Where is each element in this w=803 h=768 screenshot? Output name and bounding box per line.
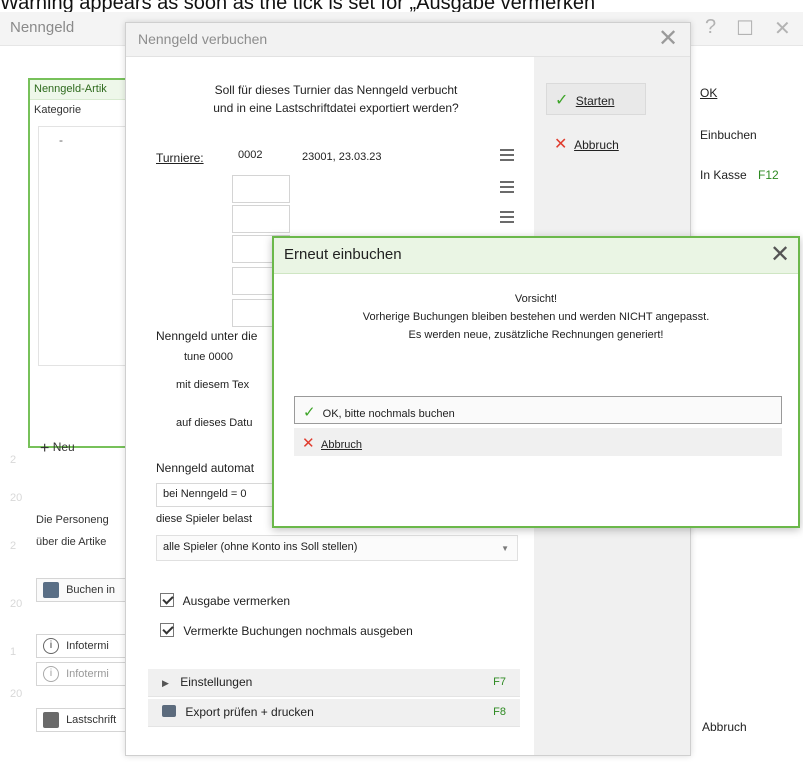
neu-label: Neu: [52, 440, 75, 454]
nenngeld-unter-label: Nenngeld unter die: [156, 329, 258, 343]
spieler-select-value: alle Spieler (ohne Konto ins Soll stelle…: [163, 541, 358, 553]
abbruch-button-background[interactable]: Abbruch: [702, 720, 747, 734]
info-icon: i: [43, 638, 59, 654]
cross-icon: ✕: [554, 136, 568, 153]
export-label: Export prüfen + drucken: [185, 705, 314, 719]
list-menu-icon[interactable]: [500, 149, 514, 161]
ok-button[interactable]: OK: [700, 86, 717, 100]
tune-value[interactable]: tune 0000: [184, 351, 233, 363]
infotermin-label-2: Infotermi: [66, 667, 109, 680]
modal-close-icon[interactable]: ✕: [770, 240, 790, 270]
modal-line-1: Vorsicht!: [514, 293, 558, 305]
starten-button[interactable]: ✓ Starten: [546, 83, 646, 115]
dialog-question: Soll für dieses Turnier das Nenngeld ver…: [166, 81, 506, 117]
buchen-in-label: Buchen in: [66, 583, 115, 596]
list-menu-icon[interactable]: [500, 211, 514, 223]
erneut-einbuchen-modal: Erneut einbuchen ✕ Vorsicht! Vorherige B…: [272, 236, 800, 528]
list-item[interactable]: -: [59, 133, 63, 147]
nochmals-ausgeben-label: Vermerkte Buchungen nochmals ausgeben: [183, 624, 413, 638]
checkmark-icon: ✓: [303, 404, 316, 421]
dialog-titlebar: Nenngeld verbuchen ✕: [126, 23, 690, 57]
ausgabe-vermerken-row[interactable]: Ausgabe vermerken: [160, 593, 290, 608]
ok-label: OK: [700, 86, 718, 100]
automatisch-label: Nenngeld automat: [156, 461, 255, 475]
starten-label: Starten: [575, 94, 615, 108]
modal-titlebar: Erneut einbuchen ✕: [274, 238, 798, 274]
question-line-2: und in eine Lastschriftdatei exportiert …: [213, 101, 459, 115]
modal-abbruch-label: Abbruch: [321, 439, 363, 451]
bank-icon: [43, 712, 59, 728]
modal-line-2: Vorherige Buchungen bleiben bestehen und…: [362, 311, 710, 323]
modal-title: Erneut einbuchen: [284, 246, 402, 263]
abbruch-button[interactable]: ✕ Abbruch: [546, 129, 646, 157]
nochmals-ausgeben-row[interactable]: Vermerkte Buchungen nochmals ausgeben: [160, 623, 413, 638]
mit-text-label: mit diesem Tex: [176, 379, 250, 391]
ausgabe-vermerken-checkbox[interactable]: [160, 593, 174, 607]
kategorie-label: Kategorie: [34, 104, 82, 116]
abbruch-label: Abbruch: [702, 720, 747, 734]
lastschrift-label: Lastschrift: [66, 713, 117, 726]
ok-nochmals-label: OK, bitte nochmals buchen: [322, 408, 455, 420]
turnier-field-1[interactable]: 0002: [232, 143, 290, 171]
faint-text: 2: [10, 454, 17, 466]
einstellungen-label: Einstellungen: [180, 675, 253, 689]
faint-text: 20: [10, 598, 23, 610]
infotermin-label-1: Infotermi: [66, 639, 109, 652]
in-kasse-key: F12: [758, 168, 779, 182]
turnier-field-3[interactable]: [232, 205, 290, 233]
neu-button[interactable]: + Neu: [40, 440, 75, 458]
einbuchen-label: Einbuchen: [700, 128, 757, 142]
diese-spieler-label: diese Spieler belast: [156, 513, 253, 525]
modal-line-3: Es werden neue, zusätzliche Rechnungen g…: [408, 329, 664, 341]
personen-text-2: über die Artike: [36, 536, 107, 548]
faint-text: 2: [10, 540, 17, 552]
ledger-icon: [43, 582, 59, 598]
export-shortcut: F8: [493, 706, 506, 718]
faint-text: 20: [10, 492, 23, 504]
info-icon: i: [43, 666, 59, 682]
dialog-title: Nenngeld verbuchen: [138, 31, 268, 47]
turniere-label: Turniere:: [156, 151, 204, 165]
auf-datum-label: auf dieses Datu: [176, 417, 253, 429]
list-menu-icon[interactable]: [500, 181, 514, 193]
chevron-down-icon: ▼: [501, 544, 509, 553]
einstellungen-expander[interactable]: ▶ Einstellungen F7: [148, 669, 520, 697]
faint-text: 20: [10, 688, 23, 700]
nochmals-ausgeben-checkbox[interactable]: [160, 623, 174, 637]
printer-icon: [162, 705, 176, 717]
einstellungen-shortcut: F7: [493, 676, 506, 688]
question-line-1: Soll für dieses Turnier das Nenngeld ver…: [214, 83, 458, 97]
modal-abbruch-button[interactable]: ✕ Abbruch: [294, 428, 782, 456]
faint-text: 1: [10, 646, 17, 658]
in-kasse-label: In Kasse: [700, 168, 747, 182]
in-kasse-button[interactable]: In Kasse F12: [700, 168, 779, 182]
turnier-field-2[interactable]: [232, 175, 290, 203]
dialog-close-icon[interactable]: ✕: [658, 25, 678, 53]
plus-icon: +: [40, 440, 50, 457]
export-pruefen-button[interactable]: Export prüfen + drucken F8: [148, 699, 520, 727]
turnier-description: 23001, 23.03.23: [302, 151, 382, 163]
ok-nochmals-buchen-button[interactable]: ✓ OK, bitte nochmals buchen: [294, 396, 782, 424]
spieler-select[interactable]: alle Spieler (ohne Konto ins Soll stelle…: [156, 535, 518, 561]
modal-message: Vorsicht! Vorherige Buchungen bleiben be…: [274, 290, 798, 344]
bei-nenngeld-select[interactable]: bei Nenngeld = 0: [156, 483, 276, 507]
einbuchen-button[interactable]: Einbuchen: [700, 128, 757, 142]
checkmark-icon: ✓: [555, 92, 569, 109]
cross-icon: ✕: [302, 435, 315, 452]
personen-text-1: Die Personeng: [36, 514, 109, 526]
ausgabe-vermerken-label: Ausgabe vermerken: [182, 594, 291, 608]
triangle-right-icon: ▶: [162, 678, 169, 688]
abbruch-label: Abbruch: [574, 138, 619, 152]
